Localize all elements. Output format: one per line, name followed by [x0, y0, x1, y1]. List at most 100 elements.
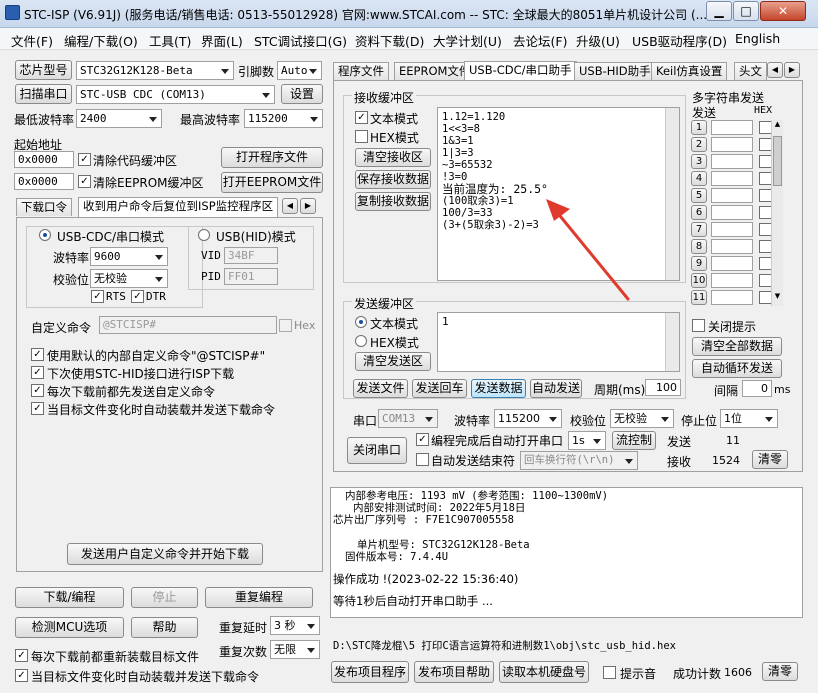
- multi-send-3-input[interactable]: [711, 154, 753, 169]
- close-port-button[interactable]: 关闭串口: [347, 437, 407, 464]
- scroll-up-icon[interactable]: ▲: [772, 120, 783, 132]
- multi-send-8-button[interactable]: 8: [691, 239, 707, 254]
- multi-send-7-button[interactable]: 7: [691, 222, 707, 237]
- parity-select[interactable]: 无校验: [90, 269, 168, 288]
- clear-all-button[interactable]: 清空全部数据: [692, 337, 782, 356]
- help-button[interactable]: 帮助: [131, 617, 198, 638]
- multi-send-3-button[interactable]: 3: [691, 154, 707, 169]
- send-hex-mode-radio[interactable]: [355, 335, 367, 347]
- open-program-button[interactable]: 打开程序文件: [221, 147, 323, 168]
- multi-send-scrollbar[interactable]: ▲ ▼: [771, 120, 783, 306]
- multi-send-6-input[interactable]: [711, 205, 753, 220]
- auto-loop-send-button[interactable]: 自动循环发送: [692, 359, 782, 378]
- auto-reload-checkbox[interactable]: ✓: [31, 402, 44, 415]
- multi-send-10-button[interactable]: 10: [691, 273, 707, 288]
- tab-reset-isp[interactable]: 收到用户命令后复位到ISP监控程序区: [78, 197, 279, 217]
- stop-bits-select[interactable]: 1位: [720, 409, 778, 428]
- use-default-cmd-checkbox[interactable]: ✓: [31, 348, 44, 361]
- send-custom-command-button[interactable]: 发送用户自定义命令并开始下载: [67, 543, 263, 565]
- usb-cdc-radio[interactable]: [39, 229, 51, 241]
- receive-scrollbar[interactable]: [665, 108, 679, 280]
- pid-input[interactable]: FF01: [224, 268, 278, 285]
- stop-button[interactable]: 停止: [131, 587, 198, 608]
- repeat-program-button[interactable]: 重复编程: [205, 587, 313, 608]
- menu-file[interactable]: 文件(F): [11, 31, 53, 50]
- dtr-checkbox[interactable]: ✓: [131, 290, 144, 303]
- clear-receive-button[interactable]: 清空接收区: [355, 148, 431, 167]
- multi-send-9-input[interactable]: [711, 256, 753, 271]
- recv-text-mode-checkbox[interactable]: ✓: [355, 111, 368, 124]
- multi-send-8-input[interactable]: [711, 239, 753, 254]
- tab-keil-settings[interactable]: Keil仿真设置: [651, 62, 728, 80]
- multi-send-9-button[interactable]: 9: [691, 256, 707, 271]
- minimize-button[interactable]: ▁: [706, 1, 732, 21]
- min-baud-select[interactable]: 2400: [76, 109, 162, 128]
- scan-port-button[interactable]: 扫描串口: [15, 84, 72, 104]
- interval-input[interactable]: 0: [742, 380, 772, 397]
- port-select[interactable]: STC-USB CDC (COM13): [76, 85, 275, 104]
- period-input[interactable]: 100: [645, 379, 681, 396]
- right-tab-right-icon[interactable]: ▶: [784, 62, 800, 78]
- clear-code-checkbox[interactable]: ✓: [78, 153, 91, 166]
- tab-header-file[interactable]: 头文: [734, 62, 767, 80]
- auto-load-send-checkbox[interactable]: ✓: [15, 669, 28, 682]
- vid-input[interactable]: 34BF: [224, 247, 278, 264]
- end-char-select[interactable]: 回车换行符(\r\n): [520, 451, 638, 470]
- multi-send-11-button[interactable]: 11: [691, 290, 707, 305]
- check-mcu-button[interactable]: 检测MCU选项: [15, 617, 124, 638]
- tab-download-password[interactable]: 下载口令: [16, 198, 72, 216]
- settings-button[interactable]: 设置: [281, 84, 323, 104]
- multi-send-10-input[interactable]: [711, 273, 753, 288]
- tab-program-file[interactable]: 程序文件: [333, 62, 389, 80]
- menu-tools[interactable]: 工具(T): [149, 31, 191, 50]
- send-file-button[interactable]: 发送文件: [353, 379, 408, 398]
- scroll-down-icon[interactable]: ▼: [772, 292, 783, 304]
- open-eeprom-button[interactable]: 打开EEPROM文件: [221, 172, 323, 193]
- auto-open-port-checkbox[interactable]: ✓: [416, 433, 429, 446]
- log-textarea[interactable]: 内部参考电压: 1193 mV (参考范围: 1100~1300mV) 内部安排…: [330, 487, 803, 618]
- right-tab-left-icon[interactable]: ◀: [767, 62, 783, 78]
- hex-checkbox[interactable]: [279, 319, 292, 332]
- reload-each-checkbox[interactable]: ✓: [15, 649, 28, 662]
- clear-eeprom-checkbox[interactable]: ✓: [78, 175, 91, 188]
- send-scrollbar[interactable]: [665, 313, 679, 371]
- menu-interface[interactable]: 界面(L): [201, 31, 243, 50]
- menu-upgrade[interactable]: 升级(U): [576, 31, 620, 50]
- max-baud-select[interactable]: 115200: [244, 109, 323, 128]
- tab-usb-hid-assistant[interactable]: USB-HID助手: [574, 62, 656, 80]
- next-hid-checkbox[interactable]: ✓: [31, 366, 44, 379]
- parity-select[interactable]: 无校验: [610, 409, 674, 428]
- multi-send-2-button[interactable]: 2: [691, 137, 707, 152]
- auto-end-char-checkbox[interactable]: [416, 453, 429, 466]
- custom-command-input[interactable]: @STCISP#: [99, 316, 277, 334]
- send-return-button[interactable]: 发送回车: [412, 379, 467, 398]
- reset-count-button[interactable]: 清零: [762, 662, 798, 681]
- multi-send-4-button[interactable]: 4: [691, 171, 707, 186]
- usb-hid-radio[interactable]: [198, 229, 210, 241]
- flow-control-button[interactable]: 流控制: [612, 431, 656, 450]
- send-text-mode-radio[interactable]: [355, 316, 367, 328]
- multi-send-2-input[interactable]: [711, 137, 753, 152]
- multi-send-1-button[interactable]: 1: [691, 120, 707, 135]
- recv-hex-mode-checkbox[interactable]: [355, 130, 368, 143]
- multi-send-1-input[interactable]: [711, 120, 753, 135]
- repeat-count-select[interactable]: 无限: [270, 640, 320, 659]
- close-button[interactable]: ✕: [760, 1, 806, 21]
- send-before-download-checkbox[interactable]: ✓: [31, 384, 44, 397]
- auto-open-delay-select[interactable]: 1s: [568, 431, 606, 450]
- read-disk-button[interactable]: 读取本机硬盘号: [499, 661, 589, 683]
- menu-docs[interactable]: 资料下载(D): [355, 31, 424, 50]
- tab-scroll-left-icon[interactable]: ◀: [282, 198, 298, 214]
- close-tip-checkbox[interactable]: [692, 319, 705, 332]
- baud-select[interactable]: 115200: [494, 409, 562, 428]
- beep-checkbox[interactable]: [603, 666, 616, 679]
- chip-model-select[interactable]: STC32G12K128-Beta: [76, 61, 234, 80]
- menu-debug[interactable]: STC调试接口(G): [254, 31, 347, 50]
- multi-send-11-input[interactable]: [711, 290, 753, 305]
- download-button[interactable]: 下载/编程: [15, 587, 124, 608]
- port-select[interactable]: COM13: [378, 409, 438, 428]
- code-address-input[interactable]: 0x0000: [14, 151, 74, 168]
- menu-usb-driver[interactable]: USB驱动程序(D): [632, 31, 727, 50]
- save-receive-button[interactable]: 保存接收数据: [355, 170, 431, 189]
- clear-count-button[interactable]: 清零: [752, 450, 788, 469]
